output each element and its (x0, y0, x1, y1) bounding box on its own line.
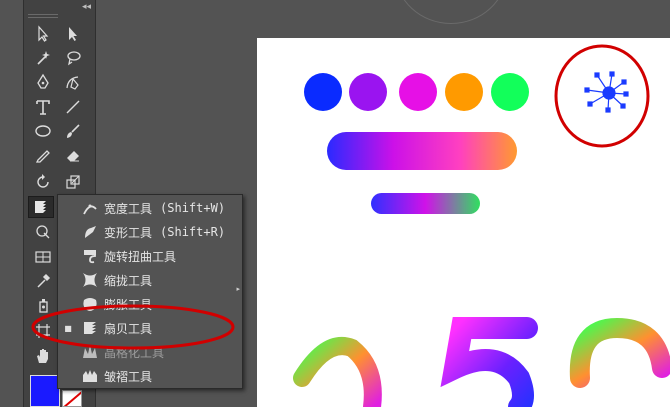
eyedropper-tool-icon[interactable] (30, 270, 56, 292)
paintbrush-tool-icon[interactable] (60, 120, 86, 142)
flyout-item-shortcut: (Shift+R) (160, 225, 226, 239)
liquify-tools-flyout: ▸ 宽度工具 (Shift+W) 变形工具 (Shift+R) 旋转扭曲工具 缩… (57, 194, 243, 389)
selection-tool-icon[interactable] (30, 23, 56, 45)
flyout-item-label: 缩拢工具 (104, 273, 153, 288)
rotate-tool-icon[interactable] (30, 171, 56, 193)
crystallize-tool-icon (78, 342, 102, 362)
magic-wand-tool-icon[interactable] (30, 47, 56, 69)
artboard-tool-icon[interactable] (30, 320, 56, 342)
flyout-item-warp-tool[interactable]: 变形工具 (Shift+R) (58, 220, 234, 244)
fill-color-swatch[interactable] (30, 375, 60, 407)
panel-grip[interactable] (28, 4, 58, 18)
flyout-item-pucker-tool[interactable]: 缩拢工具 (58, 268, 234, 292)
red-highlight-ellipse-canvas (554, 44, 650, 148)
twirl-tool-icon (78, 246, 102, 266)
line-segment-tool-icon[interactable] (60, 96, 86, 118)
symbol-sprayer-tool-icon[interactable] (30, 294, 56, 316)
flyout-item-shortcut: (Shift+W) (160, 201, 226, 215)
artwork (293, 44, 670, 407)
perspective-grid-tool-icon[interactable] (30, 246, 56, 268)
blue-circle (304, 73, 342, 111)
stroke-digit-shape-right (569, 317, 670, 388)
orange-circle (445, 73, 483, 111)
flyout-item-label: 皱褶工具 (104, 369, 153, 384)
eraser-tool-icon[interactable] (60, 144, 86, 166)
type-tool-icon[interactable] (30, 96, 56, 118)
flyout-item-crystallize-tool[interactable]: 晶格化工具 (58, 340, 234, 364)
scallop-tool-button[interactable] (28, 196, 54, 218)
gradient-bar-large (327, 132, 517, 170)
scallop-tool-icon (35, 201, 46, 213)
green-circle (491, 73, 529, 111)
direct-selection-tool-icon[interactable] (60, 23, 86, 45)
magenta-circle (399, 73, 437, 111)
pencil-tool-icon[interactable] (30, 144, 56, 166)
ellipse-tool-icon[interactable] (30, 120, 56, 142)
shape-builder-tool-icon[interactable] (30, 221, 56, 243)
collapse-panel-button[interactable]: ◂◂ (82, 2, 91, 12)
flyout-item-label: 扇贝工具 (104, 321, 153, 336)
flyout-item-label: 旋转扭曲工具 (104, 249, 177, 264)
flyout-item-width-tool[interactable]: 宽度工具 (Shift+W) (58, 196, 234, 220)
pen-tool-icon[interactable] (30, 71, 56, 93)
flyout-item-label: 膨胀工具 (104, 297, 153, 312)
lasso-tool-icon[interactable] (60, 47, 86, 69)
flyout-item-label: 晶格化工具 (104, 345, 165, 360)
width-tool-icon (78, 198, 102, 218)
pucker-tool-icon (78, 270, 102, 290)
stroke-color-swatch[interactable] (62, 390, 82, 407)
flyout-tearoff-arrow[interactable]: ▸ (236, 285, 240, 293)
gradient-bar-small (371, 193, 480, 214)
stroke-digit-shape-left (293, 337, 382, 407)
artboard[interactable] (257, 38, 670, 407)
purple-circle (349, 73, 387, 111)
selected-bullet: ■ (64, 323, 72, 333)
flyout-item-label: 变形工具 (104, 225, 153, 240)
pasteboard-circle-outline (395, 0, 507, 24)
wrinkle-tool-icon (78, 366, 102, 386)
warp-tool-icon (78, 222, 102, 242)
flyout-item-bloat-tool[interactable]: 膨胀工具 (58, 292, 234, 316)
flyout-item-label: 宽度工具 (104, 201, 153, 216)
flyout-item-wrinkle-tool[interactable]: 皱褶工具 (58, 364, 234, 388)
flyout-item-scallop-tool[interactable]: ■ 扇贝工具 (58, 316, 234, 340)
bloat-tool-icon (78, 294, 102, 314)
hand-tool-icon[interactable] (30, 345, 56, 367)
stroke-digit-shape-five (440, 317, 538, 407)
no-stroke-slash-icon (63, 391, 81, 406)
scallop-shape (584, 71, 629, 113)
flyout-item-twirl-tool[interactable]: 旋转扭曲工具 (58, 244, 234, 268)
scallop-tool-icon (78, 318, 102, 338)
curvature-tool-icon[interactable] (60, 71, 86, 93)
scale-tool-icon[interactable] (60, 171, 86, 193)
